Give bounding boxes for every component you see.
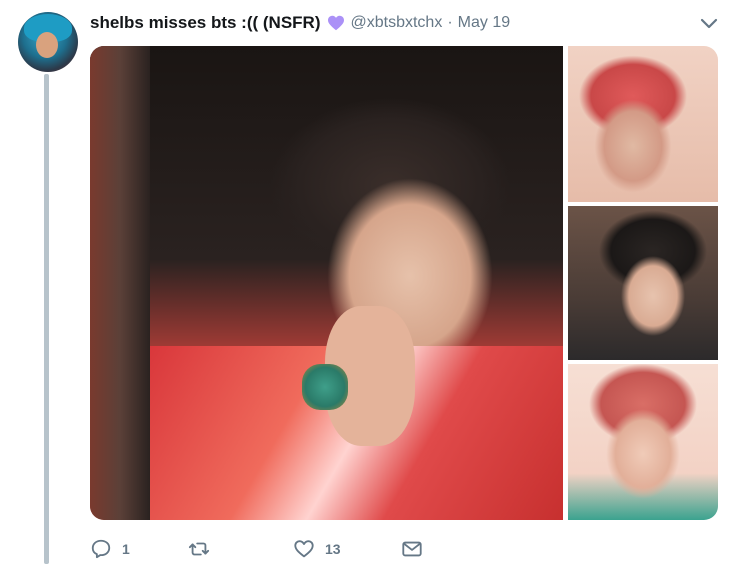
tweet-date[interactable]: May 19 — [458, 14, 510, 32]
retweet-button[interactable] — [188, 536, 293, 562]
like-icon — [294, 540, 314, 558]
main-photo[interactable] — [90, 46, 563, 520]
tweet-actions: 1 13 — [90, 536, 423, 562]
reply-button[interactable]: 1 — [90, 536, 188, 562]
display-name[interactable]: shelbs misses bts :(( (NSFR) — [90, 13, 321, 33]
avatar[interactable] — [18, 12, 78, 72]
like-button[interactable]: 13 — [293, 536, 401, 562]
direct-message-icon — [402, 541, 422, 557]
photo-middle-right[interactable] — [568, 206, 718, 360]
purple-heart-icon — [327, 15, 344, 31]
photo-bottom-right[interactable] — [568, 364, 718, 520]
handle[interactable]: @xbtsbxtchx — [351, 14, 443, 32]
like-count: 13 — [325, 541, 341, 557]
photo-top-right[interactable] — [568, 46, 718, 202]
direct-message-button[interactable] — [401, 536, 423, 562]
reply-icon — [91, 539, 111, 559]
more-options-button[interactable] — [698, 14, 720, 34]
thread-line — [44, 74, 49, 564]
separator: · — [447, 14, 453, 31]
reply-count: 1 — [122, 541, 130, 557]
tweet-header: shelbs misses bts :(( (NSFR) @xbtsbxtchx… — [90, 12, 510, 34]
retweet-icon — [188, 542, 210, 556]
chevron-down-icon — [700, 18, 718, 29]
media-grid — [90, 46, 718, 520]
